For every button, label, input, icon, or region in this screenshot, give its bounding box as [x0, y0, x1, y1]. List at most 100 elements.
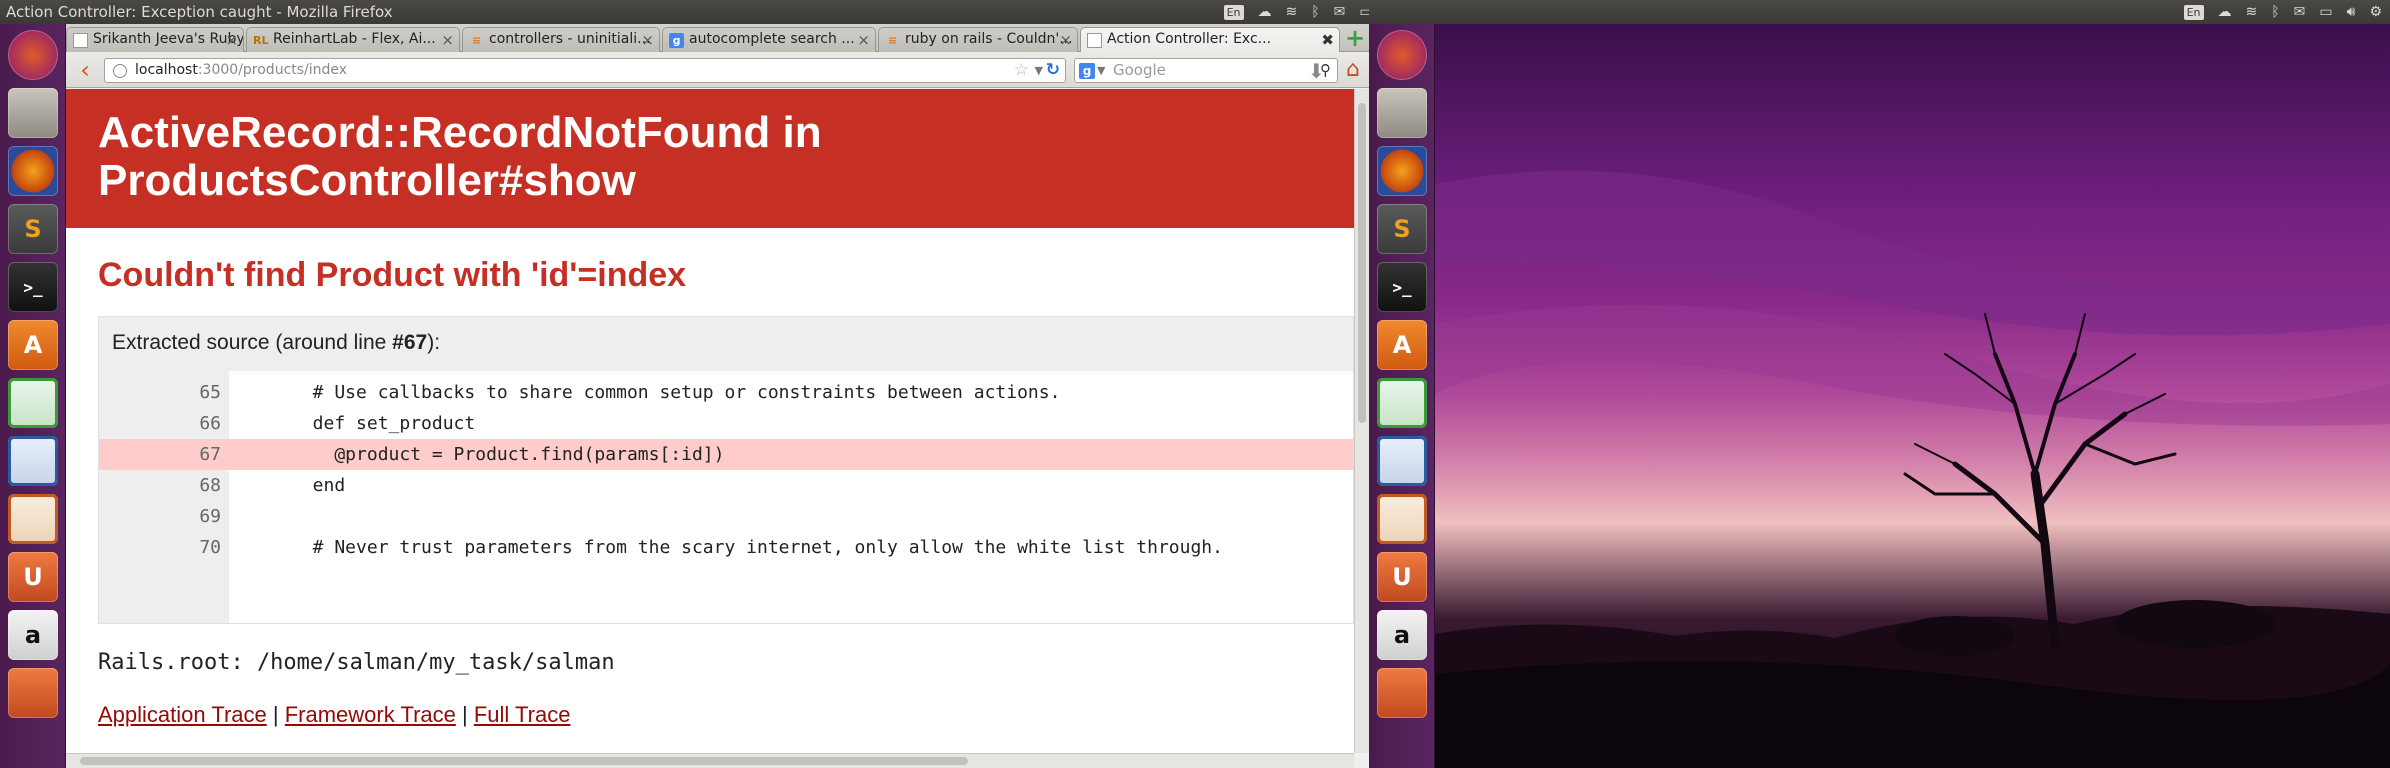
- keyboard-layout-indicator[interactable]: En: [2183, 4, 2204, 20]
- navigation-toolbar: ‹ localhost:3000/products/index ☆ ▼ ↻ g …: [66, 52, 1369, 88]
- error-title-line1: ActiveRecord::RecordNotFound in: [98, 108, 822, 157]
- error-message: Couldn't find Product with 'id'=index: [98, 256, 687, 294]
- impress-presentation-icon[interactable]: [8, 494, 58, 544]
- code-line: 65 # Use callbacks to share common setup…: [99, 377, 1354, 408]
- download-icon[interactable]: ⬇: [1308, 59, 1328, 85]
- application-trace-link[interactable]: Application Trace: [98, 702, 267, 727]
- tab-action-controller[interactable]: Action Controller: Exc... ✖: [1080, 27, 1340, 53]
- ubuntu-dash-icon[interactable]: [8, 30, 58, 80]
- reload-icon[interactable]: ↻: [1046, 59, 1060, 82]
- top-panel-right: En ☁ ≋ ᛒ ✉ ▭ 🔊︎ ⚙: [1369, 0, 2390, 24]
- ubuntu-one-icon[interactable]: U: [1377, 552, 1427, 602]
- writer-document-icon[interactable]: [1377, 436, 1427, 486]
- back-icon[interactable]: ‹: [72, 58, 98, 84]
- updates-icon[interactable]: [8, 668, 58, 718]
- line-number: 65: [199, 382, 221, 403]
- source-title-prefix: Extracted source (around line: [112, 331, 393, 354]
- separator: |: [462, 702, 468, 727]
- error-title: ActiveRecord::RecordNotFound in Products…: [98, 109, 1322, 205]
- firefox-icon[interactable]: [8, 146, 58, 196]
- url-bar[interactable]: localhost:3000/products/index ☆ ▼ ↻: [104, 58, 1066, 83]
- tab-controllers[interactable]: ≡ controllers - uninitiali... ×: [462, 27, 660, 52]
- top-panel: Action Controller: Exception caught - Mo…: [0, 0, 1430, 24]
- close-icon[interactable]: ×: [441, 31, 454, 49]
- amazon-icon[interactable]: a: [8, 610, 58, 660]
- ubuntu-one-icon[interactable]: U: [8, 552, 58, 602]
- error-title-line2: ProductsController#show: [98, 156, 636, 205]
- tab-label: ruby on rails - Couldn'...: [905, 31, 1073, 47]
- trace-links: Application Trace | Framework Trace | Fu…: [66, 692, 1354, 728]
- close-icon[interactable]: ×: [1059, 31, 1072, 49]
- cloud-icon[interactable]: ☁: [2218, 4, 2232, 20]
- code-text: # Never trust parameters from the scary …: [291, 537, 1223, 558]
- keyboard-layout-indicator[interactable]: En: [1223, 4, 1244, 20]
- close-icon[interactable]: ×: [641, 31, 654, 49]
- software-center-icon[interactable]: A: [8, 320, 58, 370]
- bluetooth-icon[interactable]: ᛒ: [2271, 4, 2279, 20]
- sublime-text-icon[interactable]: S: [1377, 204, 1427, 254]
- tab-reinhartlab[interactable]: RL ReinhartLab - Flex, Ai... ×: [246, 27, 460, 52]
- close-icon[interactable]: ✖: [1321, 31, 1334, 49]
- horizontal-scrollbar[interactable]: [66, 753, 1354, 768]
- code-line: 70 # Never trust parameters from the sca…: [99, 532, 1354, 563]
- search-input[interactable]: g ▼ Google ⚲: [1074, 58, 1338, 83]
- google-search-engine-icon[interactable]: g: [1079, 63, 1095, 79]
- tab-srikanth[interactable]: Srikanth Jeeva's Ruby ... ×: [66, 27, 244, 52]
- scrollbar-thumb[interactable]: [80, 757, 968, 765]
- error-header: ActiveRecord::RecordNotFound in Products…: [66, 89, 1354, 228]
- window-title: Action Controller: Exception caught - Mo…: [6, 3, 393, 21]
- battery-icon[interactable]: ▭: [2319, 4, 2332, 20]
- tab-bar: Srikanth Jeeva's Ruby ... × RL ReinhartL…: [66, 24, 1369, 53]
- tab-autocomplete[interactable]: g autocomplete search ... ×: [662, 27, 876, 52]
- code-text: @product = Product.find(params[:id]): [291, 444, 725, 465]
- chevron-down-icon[interactable]: ▼: [1097, 59, 1105, 82]
- code-text: def set_product: [291, 413, 476, 434]
- ubuntu-dash-icon[interactable]: [1377, 30, 1427, 80]
- impress-presentation-icon[interactable]: [1377, 494, 1427, 544]
- sublime-text-icon[interactable]: S: [8, 204, 58, 254]
- tab-ruby-on-rails[interactable]: ≡ ruby on rails - Couldn'... ×: [878, 27, 1078, 52]
- gear-icon[interactable]: ⚙: [2369, 4, 2382, 20]
- bluetooth-icon[interactable]: ᛒ: [1311, 4, 1319, 20]
- scrollbar-thumb[interactable]: [1358, 103, 1366, 423]
- chevron-down-icon[interactable]: ▼: [1035, 59, 1043, 82]
- globe-icon: [113, 64, 127, 78]
- firefox-icon[interactable]: [1377, 146, 1427, 196]
- home-icon[interactable]: ⌂: [1340, 57, 1366, 83]
- bookmark-star-icon[interactable]: ☆: [1014, 59, 1029, 82]
- volume-icon[interactable]: 🔊︎: [2347, 4, 2356, 20]
- terminal-icon[interactable]: >_: [8, 262, 58, 312]
- full-trace-link[interactable]: Full Trace: [474, 702, 571, 727]
- vertical-scrollbar[interactable]: [1354, 89, 1369, 753]
- wifi-icon[interactable]: ≋: [2246, 4, 2258, 20]
- cloud-icon[interactable]: ☁: [1258, 4, 1272, 20]
- wifi-icon[interactable]: ≋: [1286, 4, 1298, 20]
- source-title: Extracted source (around line #67):: [99, 317, 1353, 371]
- new-tab-icon[interactable]: +: [1342, 26, 1368, 51]
- close-icon[interactable]: ×: [857, 31, 870, 49]
- calc-spreadsheet-icon[interactable]: [8, 378, 58, 428]
- tab-label: autocomplete search ...: [689, 31, 855, 47]
- code-text: end: [291, 475, 346, 496]
- code-text: # Use callbacks to share common setup or…: [291, 382, 1061, 403]
- amazon-icon[interactable]: a: [1377, 610, 1427, 660]
- code-line: 69: [99, 501, 1354, 532]
- separator: |: [272, 702, 279, 727]
- line-number: 70: [199, 537, 221, 558]
- mail-icon[interactable]: ✉: [2294, 4, 2306, 20]
- mail-icon[interactable]: ✉: [1334, 4, 1346, 20]
- software-center-icon[interactable]: A: [1377, 320, 1427, 370]
- updates-icon[interactable]: [1377, 668, 1427, 718]
- files-icon[interactable]: [1377, 88, 1427, 138]
- line-number: 69: [199, 506, 221, 527]
- writer-document-icon[interactable]: [8, 436, 58, 486]
- close-icon[interactable]: ×: [225, 31, 238, 49]
- line-number: 68: [199, 475, 221, 496]
- url-path: :3000/products/index: [197, 62, 348, 78]
- launcher-right: S >_ A Ua: [1369, 24, 1435, 768]
- launcher-left: S >_ A Ua: [0, 24, 66, 768]
- terminal-icon[interactable]: >_: [1377, 262, 1427, 312]
- calc-spreadsheet-icon[interactable]: [1377, 378, 1427, 428]
- files-icon[interactable]: [8, 88, 58, 138]
- framework-trace-link[interactable]: Framework Trace: [285, 702, 456, 727]
